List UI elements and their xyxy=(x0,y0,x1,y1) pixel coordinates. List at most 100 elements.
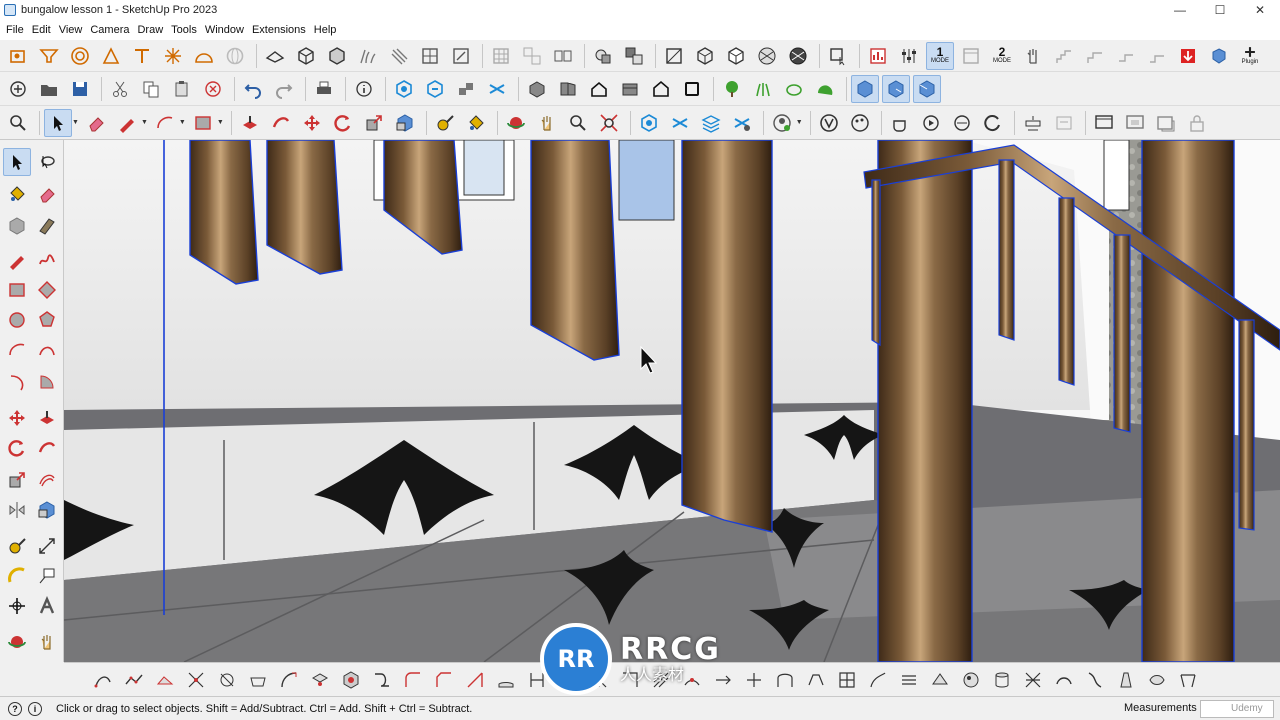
zoom-tool-icon[interactable] xyxy=(564,109,592,137)
back-view-icon[interactable] xyxy=(647,75,675,103)
select-arrow-icon[interactable] xyxy=(44,108,72,137)
array-icon[interactable] xyxy=(803,667,829,693)
info-icon[interactable]: i xyxy=(28,701,42,716)
chevron-down-icon[interactable]: ▼ xyxy=(179,119,186,126)
scale-tool-icon[interactable] xyxy=(3,466,31,494)
monochrome-ball-icon[interactable] xyxy=(784,42,812,70)
frame-tool-icon[interactable] xyxy=(518,42,546,70)
lock-icon[interactable] xyxy=(1183,109,1211,137)
eraser-tool-icon[interactable] xyxy=(33,180,61,208)
tape-measure-tool-icon[interactable] xyxy=(3,532,31,560)
new-file-icon[interactable] xyxy=(4,75,32,103)
wireframe-box-icon[interactable] xyxy=(691,42,719,70)
section-plane-icon[interactable] xyxy=(851,74,879,103)
join-icon[interactable] xyxy=(524,667,550,693)
paint-bucket-tool-icon[interactable] xyxy=(3,180,31,208)
share-component-icon[interactable] xyxy=(452,75,480,103)
light-gen-icon[interactable] xyxy=(1019,109,1047,137)
sphere-mesh-icon[interactable] xyxy=(958,667,984,693)
stack-icon[interactable] xyxy=(896,667,922,693)
boolean-union-icon[interactable] xyxy=(589,42,617,70)
cut-icon[interactable] xyxy=(106,75,134,103)
corner-chamfer-icon[interactable] xyxy=(431,667,457,693)
stair-tool-4-icon[interactable] xyxy=(1143,42,1171,70)
monitor-2-icon[interactable] xyxy=(1121,109,1149,137)
extension-warehouse-icon[interactable] xyxy=(483,75,511,103)
section-fill-icon[interactable] xyxy=(913,74,941,103)
triangle-tool-icon[interactable] xyxy=(97,42,125,70)
array-tool-icon[interactable] xyxy=(549,42,577,70)
line-tool-icon[interactable] xyxy=(3,246,31,274)
menu-edit[interactable]: Edit xyxy=(28,20,55,40)
close-button[interactable]: ✕ xyxy=(1240,0,1280,20)
spline-cut-icon[interactable] xyxy=(183,667,209,693)
push-pull-tool-icon[interactable] xyxy=(33,404,61,432)
help-question-icon[interactable]: ? xyxy=(8,701,22,716)
boolean-subtract-icon[interactable] xyxy=(620,42,648,70)
menu-camera[interactable]: Camera xyxy=(86,20,133,40)
path-array-icon[interactable] xyxy=(865,667,891,693)
freehand-tool-icon[interactable] xyxy=(33,246,61,274)
bush-icon[interactable] xyxy=(780,75,808,103)
move-tool-icon[interactable] xyxy=(3,404,31,432)
2-point-arc-icon[interactable] xyxy=(33,336,61,364)
eraser-icon[interactable] xyxy=(82,109,110,137)
grid-tool-icon[interactable] xyxy=(487,42,515,70)
t-beam-icon[interactable] xyxy=(128,42,156,70)
unfold-icon[interactable] xyxy=(586,667,612,693)
box-iso-icon[interactable] xyxy=(292,42,320,70)
mode-1-button[interactable]: 1 MODE xyxy=(926,41,954,70)
rotate-tool-icon[interactable] xyxy=(3,434,31,462)
hatch-icon[interactable] xyxy=(648,667,674,693)
text-tool-icon[interactable] xyxy=(33,562,61,590)
monitor-icon[interactable] xyxy=(1090,109,1118,137)
taper-icon[interactable] xyxy=(1113,667,1139,693)
undo-icon[interactable] xyxy=(239,75,267,103)
box-solid-icon[interactable] xyxy=(323,42,351,70)
maximize-button[interactable]: ☐ xyxy=(1200,0,1240,20)
extension-manager-icon[interactable] xyxy=(666,109,694,137)
orient-icon[interactable] xyxy=(617,667,643,693)
stair-tool-2-icon[interactable] xyxy=(1081,42,1109,70)
follow-me-tool-icon[interactable] xyxy=(33,434,61,462)
3-point-arc-icon[interactable] xyxy=(3,368,31,396)
top-view-icon[interactable] xyxy=(554,75,582,103)
plugin-button[interactable]: Plugin xyxy=(1236,42,1264,70)
front-view-icon[interactable] xyxy=(585,75,613,103)
arc-tool-left-icon[interactable] xyxy=(3,336,31,364)
orbit-icon[interactable] xyxy=(502,109,530,137)
3d-viewport[interactable] xyxy=(64,140,1280,662)
stair-tool-3-icon[interactable] xyxy=(1112,42,1140,70)
rotate-icon[interactable] xyxy=(329,109,357,137)
solid-tools-icon[interactable] xyxy=(33,496,61,524)
door-component-icon[interactable] xyxy=(447,42,475,70)
circle-tool-icon[interactable] xyxy=(3,306,31,334)
extrude-icon[interactable] xyxy=(493,667,519,693)
viewport-render-icon[interactable] xyxy=(948,109,976,137)
chevron-down-icon[interactable]: ▼ xyxy=(217,119,224,126)
print-icon[interactable] xyxy=(310,75,338,103)
frame-buffer-icon[interactable] xyxy=(979,109,1007,137)
dome-tool-icon[interactable] xyxy=(190,42,218,70)
model-info-icon[interactable] xyxy=(350,75,378,103)
component-tool-icon[interactable] xyxy=(3,212,31,240)
image-frame-icon[interactable] xyxy=(1152,109,1180,137)
rotated-rectangle-icon[interactable] xyxy=(33,276,61,304)
arc-tool-icon[interactable] xyxy=(151,109,179,137)
fence-icon[interactable] xyxy=(385,42,413,70)
paint-bucket-icon[interactable] xyxy=(462,109,490,137)
shrub-icon[interactable] xyxy=(811,75,839,103)
grass-plant-icon[interactable] xyxy=(749,75,777,103)
sliders-icon[interactable] xyxy=(895,42,923,70)
window-component-icon[interactable] xyxy=(416,42,444,70)
extension-cube-icon[interactable] xyxy=(1205,42,1233,70)
vray-logo-icon[interactable] xyxy=(815,109,843,137)
fillet-tool-icon[interactable] xyxy=(307,667,333,693)
corner-cut-icon[interactable] xyxy=(462,667,488,693)
skin-tool-icon[interactable] xyxy=(245,667,271,693)
stretch-icon[interactable] xyxy=(710,667,736,693)
polyline-icon[interactable] xyxy=(121,667,147,693)
offset-icon[interactable] xyxy=(391,109,419,137)
dimension-tool-icon[interactable] xyxy=(33,532,61,560)
stair-tool-icon[interactable] xyxy=(1050,42,1078,70)
